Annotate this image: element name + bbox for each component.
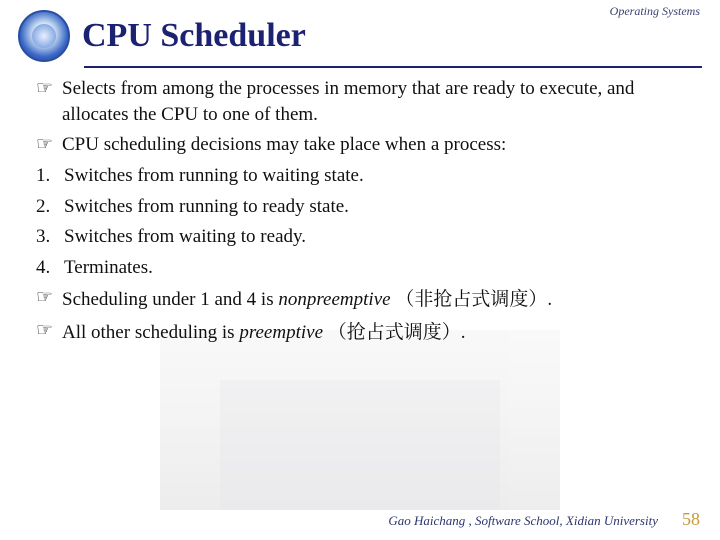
university-logo-icon <box>18 10 70 62</box>
bullet-text: Selects from among the processes in memo… <box>62 76 688 127</box>
text-run: All other scheduling is <box>62 322 239 343</box>
text-run: . <box>461 322 466 343</box>
header: CPU Scheduler <box>18 10 702 62</box>
list-text: Switches from running to waiting state. <box>64 163 688 189</box>
text-run: Scheduling under 1 and 4 is <box>62 289 278 310</box>
bullet-text: CPU scheduling decisions may take place … <box>62 132 688 158</box>
list-number: 3. <box>36 224 58 250</box>
list-item: 3. Switches from waiting to ready. <box>36 224 688 250</box>
cjk-text: （抢占式调度） <box>328 317 461 344</box>
bullet-item: ☞ All other scheduling is preemptive （抢占… <box>36 318 688 346</box>
footer-credit: Gao Haichang , Software School, Xidian U… <box>388 513 658 529</box>
pointer-icon: ☞ <box>36 285 56 313</box>
list-number: 4. <box>36 255 58 281</box>
emphasis: nonpreemptive <box>278 289 395 310</box>
bullet-text: Scheduling under 1 and 4 is nonpreemptiv… <box>62 285 688 313</box>
emphasis: preemptive <box>239 322 327 343</box>
list-number: 1. <box>36 163 58 189</box>
pointer-icon: ☞ <box>36 318 56 346</box>
bullet-item: ☞ CPU scheduling decisions may take plac… <box>36 132 688 158</box>
page-number: 58 <box>682 509 700 530</box>
pointer-icon: ☞ <box>36 76 56 127</box>
list-number: 2. <box>36 194 58 220</box>
list-item: 2. Switches from running to ready state. <box>36 194 688 220</box>
list-item: 4. Terminates. <box>36 255 688 281</box>
course-label: Operating Systems <box>610 4 700 19</box>
list-text: Switches from waiting to ready. <box>64 224 688 250</box>
slide: Operating Systems CPU Scheduler ☞ Select… <box>0 0 720 540</box>
list-text: Switches from running to ready state. <box>64 194 688 220</box>
bullet-item: ☞ Selects from among the processes in me… <box>36 76 688 127</box>
list-text: Terminates. <box>64 255 688 281</box>
title-underline <box>84 66 702 68</box>
slide-title: CPU Scheduler <box>82 17 306 55</box>
content-body: ☞ Selects from among the processes in me… <box>18 76 702 346</box>
list-item: 1. Switches from running to waiting stat… <box>36 163 688 189</box>
text-run: . <box>547 289 552 310</box>
bullet-item: ☞ Scheduling under 1 and 4 is nonpreempt… <box>36 285 688 313</box>
bullet-text: All other scheduling is preemptive （抢占式调… <box>62 318 688 346</box>
pointer-icon: ☞ <box>36 132 56 158</box>
footer: Gao Haichang , Software School, Xidian U… <box>388 509 700 530</box>
cjk-text: （非抢占式调度） <box>395 284 547 311</box>
